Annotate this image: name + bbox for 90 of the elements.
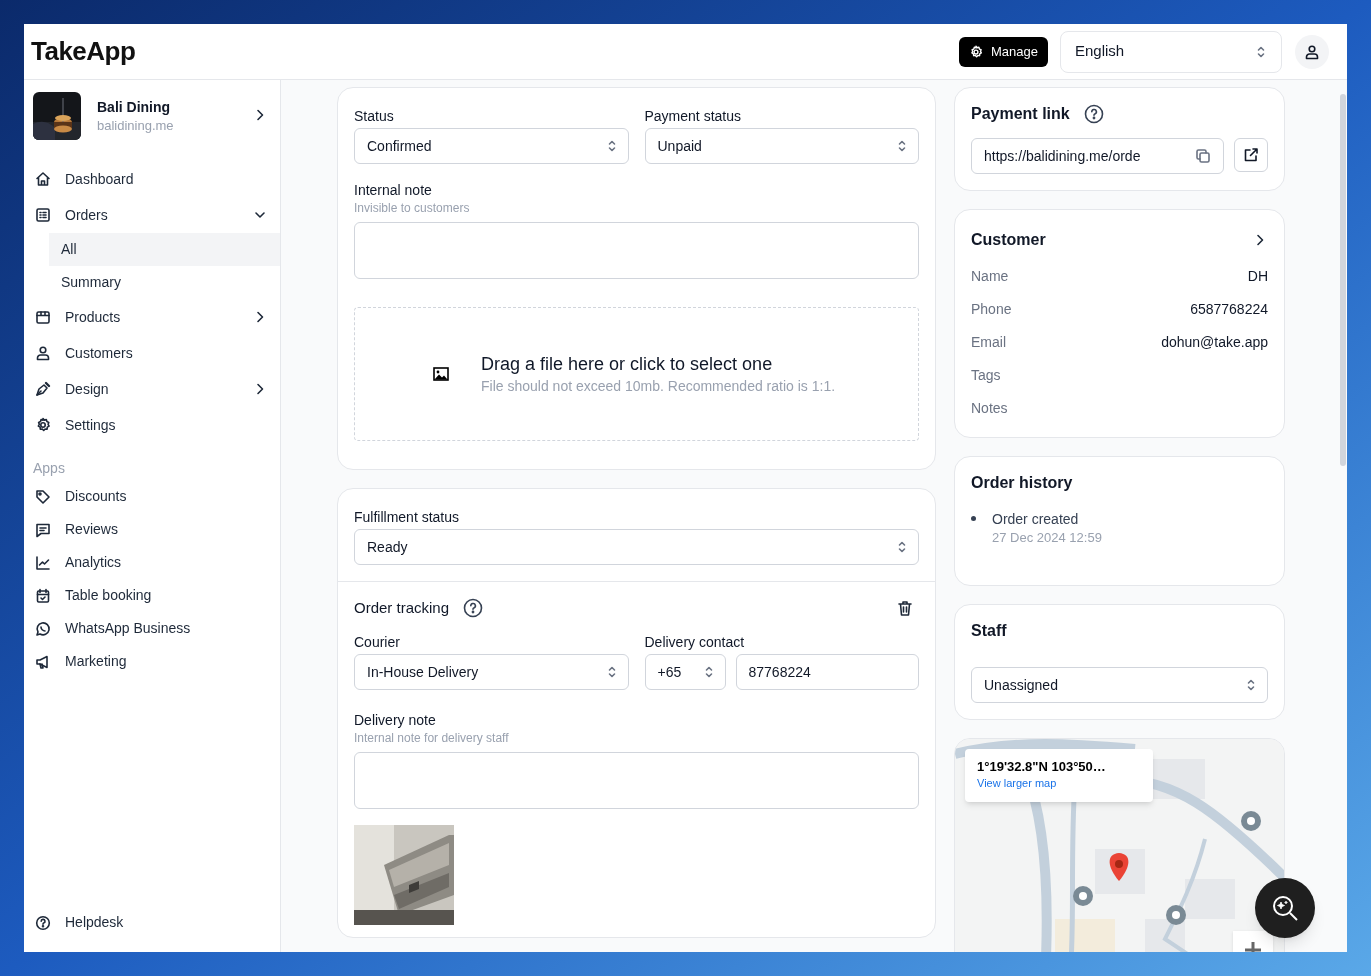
upload-dropzone[interactable]: Drag a file here or click to select one File should not exceed 10mb. Recommended ratio is 1:1. [354, 307, 919, 441]
bullet-icon [971, 516, 976, 521]
list-icon [35, 207, 51, 223]
field-value: DH [1247, 267, 1268, 286]
map-panel[interactable]: 1°19'32.8"N 103°50… View larger map [954, 738, 1285, 952]
box-icon [35, 309, 51, 325]
field-label: Status [354, 107, 395, 126]
chevron-up-down-icon [1255, 44, 1267, 59]
nav-item[interactable]: Helpdesk [24, 906, 280, 939]
link-field[interactable]: https://balidining.me/orde [971, 138, 1225, 174]
nav-item[interactable]: Design [24, 371, 280, 407]
help-icon[interactable] [1083, 104, 1104, 124]
select-field[interactable]: Ready [354, 529, 919, 565]
event-title: Order created [992, 510, 1080, 529]
line-chart-icon [35, 554, 51, 571]
home-icon [35, 171, 51, 187]
chevron-up-down-icon [896, 139, 908, 153]
help-icon[interactable] [463, 598, 484, 618]
event-time: 27 Dec 2024 12:59 [992, 529, 1102, 547]
select-field[interactable]: In-House Delivery [354, 654, 629, 690]
store-name: Bali Dining [97, 98, 172, 117]
store-switcher[interactable]: Bali Dining balidining.me [24, 91, 280, 141]
language-select[interactable]: English [1060, 30, 1282, 73]
section-heading: Apps [32, 459, 66, 478]
nav-item[interactable]: Customers [24, 335, 280, 371]
field-hint: Invisible to customers [354, 200, 471, 216]
chevron-up-down-icon [1245, 678, 1257, 692]
section-title: Order tracking [354, 597, 450, 618]
nav-item[interactable]: Dashboard [24, 161, 280, 197]
nav-subitem[interactable]: All [49, 233, 280, 266]
field-label: Internal note [354, 181, 433, 200]
calendar-icon [35, 587, 51, 604]
message-icon [35, 521, 51, 538]
sparkle-search-icon [1270, 893, 1300, 923]
megaphone-icon [35, 653, 51, 670]
open-link-button[interactable] [1234, 138, 1268, 172]
field-label: Email [971, 333, 1006, 352]
pen-nib-icon [35, 381, 51, 397]
nav-item[interactable]: Orders [24, 197, 280, 233]
select-field[interactable]: +65 [644, 654, 726, 690]
nav-item[interactable]: WhatsApp Business [24, 612, 280, 645]
select-field[interactable]: Unassigned [971, 667, 1268, 703]
store-domain: balidining.me [97, 117, 175, 135]
nav-subitem[interactable]: Summary [49, 266, 280, 299]
field-label: Notes [971, 399, 1008, 418]
card-title: Customer [971, 230, 1046, 250]
select-field[interactable]: Confirmed [354, 128, 629, 164]
manage-button[interactable]: Manage [959, 36, 1048, 67]
nav-item[interactable]: Analytics [24, 546, 280, 579]
field-hint: Internal note for delivery staff [354, 730, 510, 746]
field-label: Delivery contact [644, 633, 746, 652]
card-title: Order history [971, 473, 1074, 493]
nav-item[interactable]: Products [24, 299, 280, 335]
select-field[interactable]: Unpaid [644, 128, 919, 164]
image-icon [433, 367, 449, 381]
user-icon [1304, 43, 1320, 60]
nav-item[interactable]: Settings [24, 407, 280, 443]
nav-item[interactable]: Marketing [24, 645, 280, 678]
nav-item[interactable]: Reviews [24, 513, 280, 546]
copy-icon[interactable] [1195, 148, 1212, 164]
card-title: Staff [971, 621, 1008, 641]
field-label: Courier [354, 633, 401, 652]
field-value: 6587768224 [1190, 300, 1268, 319]
app-logo[interactable]: TakeApp [31, 32, 136, 71]
card-title: Payment link [971, 104, 1070, 124]
map-link[interactable]: View larger map [977, 775, 1141, 791]
upload-title: Drag a file here or click to select one [481, 353, 774, 376]
trash-icon[interactable] [897, 599, 913, 617]
help-icon [35, 914, 51, 931]
settings-icon [35, 417, 51, 433]
coordinates-text: 1°19'32.8"N 103°50… [977, 759, 1107, 775]
settings-icon [969, 44, 983, 59]
field-label: Payment status [644, 107, 742, 126]
upload-hint: File should not exceed 10mb. Recommended ratio is 1:1. [481, 377, 836, 396]
tag-icon [35, 488, 51, 505]
phone-input-field[interactable]: 87768224 [735, 654, 919, 690]
field-value: dohun@take.app [1161, 333, 1268, 352]
scrollbar[interactable] [1340, 94, 1346, 466]
chevron-up-down-icon [896, 540, 908, 554]
field-label: Phone [971, 300, 1012, 319]
nav-item[interactable]: Discounts [24, 480, 280, 513]
user-icon [35, 345, 51, 361]
field-label: Delivery note [354, 711, 437, 730]
nav-item[interactable]: Table booking [24, 579, 280, 612]
chat-icon [35, 620, 51, 637]
field-label: Name [971, 267, 1009, 286]
external-link-icon [1243, 147, 1260, 163]
field-label: Fulfillment status [354, 508, 461, 527]
field-label: Tags [971, 366, 1001, 385]
account-button[interactable] [1295, 34, 1329, 69]
